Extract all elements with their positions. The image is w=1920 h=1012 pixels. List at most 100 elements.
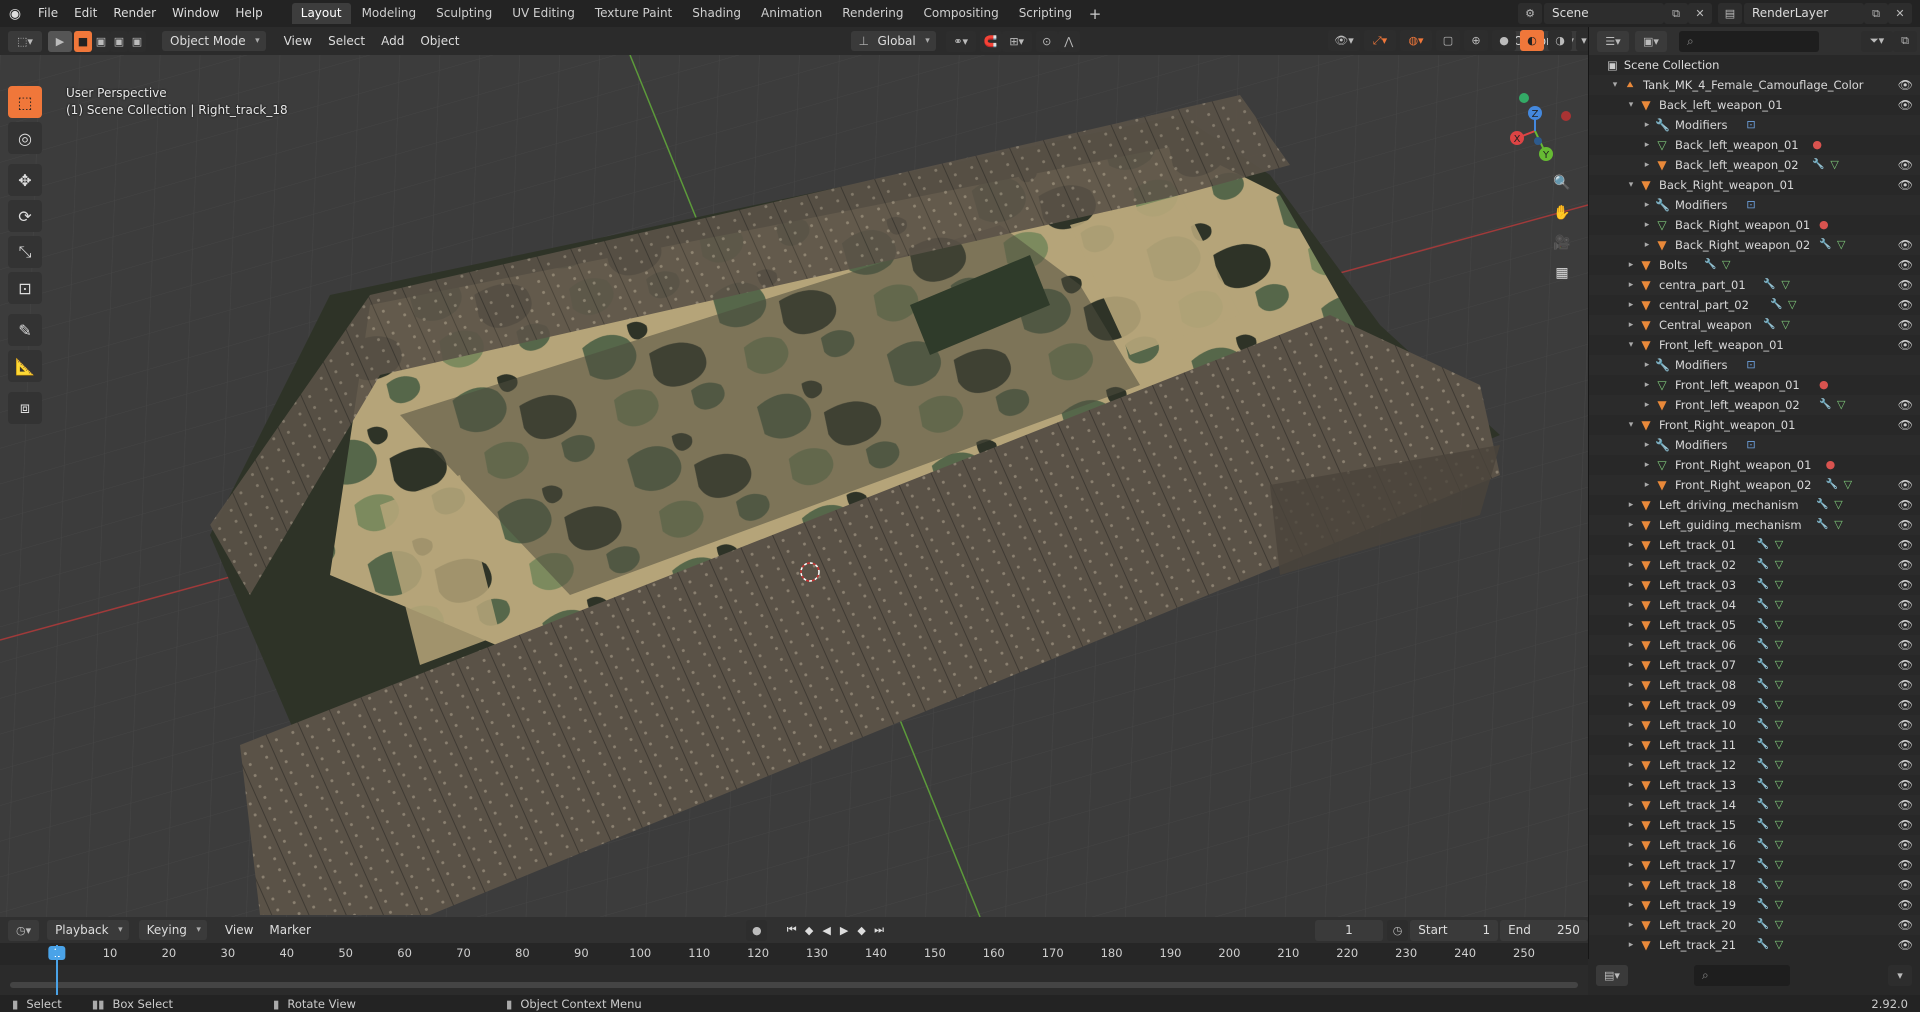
rendered-shading-icon[interactable]: ◑ (1548, 30, 1572, 51)
current-frame-field[interactable]: 1 (1314, 919, 1383, 941)
falloff-icon[interactable]: ⋀ (1057, 30, 1080, 52)
material-icon[interactable]: ● (1819, 375, 1829, 395)
visibility-eye-icon[interactable]: 👁 (1898, 915, 1913, 935)
outliner-row[interactable]: ▸ ▼ Bolts 🔧 ▽ 👁 (1589, 255, 1920, 275)
visibility-eye-icon[interactable]: 👁 (1898, 655, 1913, 675)
outliner-row[interactable]: ▸ ▼ Left_track_03 🔧 ▽ 👁 (1589, 575, 1920, 595)
measure-tool-icon[interactable]: 📐 (8, 350, 42, 382)
wrench-icon[interactable]: 🔧 (1819, 235, 1831, 255)
expand-arrow-icon[interactable]: ▸ (1625, 275, 1637, 295)
visibility-eye-icon[interactable]: 👁 (1898, 535, 1913, 555)
tab-shading[interactable]: Shading (683, 3, 750, 24)
expand-arrow-icon[interactable]: ▸ (1625, 935, 1637, 955)
select-new-icon[interactable]: ■ (74, 30, 92, 52)
expand-arrow-icon[interactable]: ▸ (1625, 715, 1637, 735)
outliner-row[interactable]: ▸ ▼ Left_track_15 🔧 ▽ 👁 (1589, 815, 1920, 835)
mesh-data-icon[interactable]: ▽ (1775, 775, 1783, 795)
outliner-row[interactable]: ▸ ▼ Back_Right_weapon_02 🔧 ▽ 👁 (1589, 235, 1920, 255)
mesh-data-icon[interactable]: ▽ (1775, 875, 1783, 895)
navigation-gizmo[interactable]: X Y Z (1490, 86, 1580, 176)
wrench-icon[interactable]: 🔧 (1757, 735, 1769, 755)
expand-arrow-icon[interactable]: ▸ (1625, 495, 1637, 515)
outliner-row[interactable]: ▸ ▼ Left_track_13 🔧 ▽ 👁 (1589, 775, 1920, 795)
visibility-eye-icon[interactable]: 👁 (1898, 595, 1913, 615)
visibility-eye-icon[interactable]: 👁 (1898, 835, 1913, 855)
visibility-eye-icon[interactable]: 👁 (1898, 315, 1913, 335)
transform-tool-icon[interactable]: ⊡ (8, 272, 42, 304)
outliner-row[interactable]: ▸ ▼ Left_track_09 🔧 ▽ 👁 (1589, 695, 1920, 715)
wrench-icon[interactable]: 🔧 (1757, 915, 1769, 935)
expand-arrow-icon[interactable]: ▸ (1625, 655, 1637, 675)
move-tool-icon[interactable]: ✥ (8, 164, 42, 196)
preview-range-icon[interactable]: ◷ (1386, 919, 1409, 941)
tab-sculpting[interactable]: Sculpting (427, 3, 501, 24)
scene-selector[interactable]: ⚙ Scene ⧉ ✕ (1518, 3, 1712, 24)
visibility-eye-icon[interactable]: 👁 (1898, 255, 1913, 275)
expand-arrow-icon[interactable]: ▸ (1625, 875, 1637, 895)
outliner-row[interactable]: ▾ ▼ Back_left_weapon_01 👁 (1589, 95, 1920, 115)
mesh-data-icon[interactable]: ▽ (1775, 735, 1783, 755)
wrench-icon[interactable]: 🔧 (1763, 275, 1775, 295)
new-view-layer-icon[interactable]: ⧉ (1864, 3, 1888, 24)
tab-animation[interactable]: Animation (752, 3, 831, 24)
add-cube-tool-icon[interactable]: ⧈ (8, 392, 42, 424)
outliner-row[interactable]: ▸ ▼ Back_left_weapon_02 🔧 ▽ 👁 (1589, 155, 1920, 175)
visibility-eye-icon[interactable]: 👁 (1898, 235, 1913, 255)
visibility-eye-icon[interactable]: 👁 (1898, 795, 1913, 815)
menu-add[interactable]: Add (373, 34, 412, 48)
properties-search-input[interactable]: ⌕ (1694, 965, 1790, 986)
wrench-icon[interactable]: 🔧 (1704, 255, 1716, 275)
snap-settings-icon[interactable]: ⊞▾ (1001, 30, 1032, 52)
visibility-eye-icon[interactable]: 👁 (1898, 775, 1913, 795)
outliner-row[interactable]: ▸ 🔧 Modifiers ⊡ (1589, 435, 1920, 455)
expand-arrow-icon[interactable]: ▸ (1625, 535, 1637, 555)
material-icon[interactable]: ● (1819, 215, 1829, 235)
outliner-search-input[interactable]: ⌕ (1679, 30, 1819, 52)
expand-arrow-icon[interactable]: ▸ (1625, 295, 1637, 315)
wrench-icon[interactable]: 🔧 (1757, 895, 1769, 915)
mesh-data-icon[interactable]: ▽ (1788, 295, 1796, 315)
mesh-data-icon[interactable]: ▽ (1837, 235, 1845, 255)
tab-layout[interactable]: Layout (291, 3, 351, 24)
visibility-eye-icon[interactable]: 👁 (1898, 275, 1913, 295)
mesh-data-icon[interactable]: ▽ (1775, 915, 1783, 935)
outliner-row[interactable]: ▸ ▼ Left_track_18 🔧 ▽ 👁 (1589, 875, 1920, 895)
outliner-row[interactable]: ▸ ▼ Left_track_16 🔧 ▽ 👁 (1589, 835, 1920, 855)
menu-file[interactable]: File (30, 0, 66, 27)
mesh-data-icon[interactable]: ▽ (1775, 935, 1783, 955)
wrench-icon[interactable]: 🔧 (1757, 775, 1769, 795)
wrench-icon[interactable]: 🔧 (1757, 535, 1769, 555)
outliner-row[interactable]: ▾ ▼ Front_Right_weapon_01 👁 (1589, 415, 1920, 435)
mesh-data-icon[interactable]: ▽ (1781, 315, 1789, 335)
outliner-row[interactable]: ▾ ⯅ Tank_MK_4_Female_Camouflage_Color 👁 (1589, 75, 1920, 95)
modifier-icon[interactable]: ⊡ (1746, 195, 1755, 215)
outliner-row[interactable]: ▸ ▼ Left_track_19 🔧 ▽ 👁 (1589, 895, 1920, 915)
wrench-icon[interactable]: 🔧 (1763, 315, 1775, 335)
pan-hand-icon[interactable]: ✋ (1549, 200, 1575, 226)
expand-arrow-icon[interactable]: ▸ (1625, 835, 1637, 855)
wrench-icon[interactable]: 🔧 (1819, 395, 1831, 415)
outliner-row[interactable]: ▸ ▼ Left_track_20 🔧 ▽ 👁 (1589, 915, 1920, 935)
rotate-tool-icon[interactable]: ⟳ (8, 200, 42, 232)
visibility-eye-icon[interactable]: 👁 (1898, 855, 1913, 875)
outliner-row[interactable]: ▸ ▼ Left_track_17 🔧 ▽ 👁 (1589, 855, 1920, 875)
outliner-row[interactable]: ▸ ▼ Front_left_weapon_02 🔧 ▽ 👁 (1589, 395, 1920, 415)
visibility-eye-icon[interactable]: 👁 (1898, 335, 1913, 355)
timeline-keyframe-area[interactable] (0, 965, 1588, 995)
prev-keyframe-icon[interactable]: ◆ (800, 921, 817, 939)
new-scene-icon[interactable]: ⧉ (1664, 3, 1688, 24)
keying-dropdown[interactable]: Keying (138, 920, 207, 940)
timeline-ruler[interactable]: 1102030405060708090100110120130140150160… (0, 943, 1588, 965)
outliner-row[interactable]: ▸ ▽ Front_Right_weapon_01 ● (1589, 455, 1920, 475)
mesh-data-icon[interactable]: ▽ (1775, 635, 1783, 655)
outliner-row[interactable]: ▸ ▽ Back_Right_weapon_01 ● (1589, 215, 1920, 235)
select-subtract-icon[interactable]: ▣ (110, 30, 128, 52)
visibility-icon[interactable]: 👁▾ (1328, 30, 1360, 51)
properties-editor-type-icon[interactable]: ▤▾ (1596, 965, 1628, 986)
visibility-eye-icon[interactable]: 👁 (1898, 815, 1913, 835)
outliner-row[interactable]: ▸ ▼ Left_track_07 🔧 ▽ 👁 (1589, 655, 1920, 675)
wrench-icon[interactable]: 🔧 (1812, 155, 1824, 175)
visibility-eye-icon[interactable]: 👁 (1898, 515, 1913, 535)
mesh-data-icon[interactable]: ▽ (1781, 275, 1789, 295)
mesh-data-icon[interactable]: ▽ (1775, 895, 1783, 915)
